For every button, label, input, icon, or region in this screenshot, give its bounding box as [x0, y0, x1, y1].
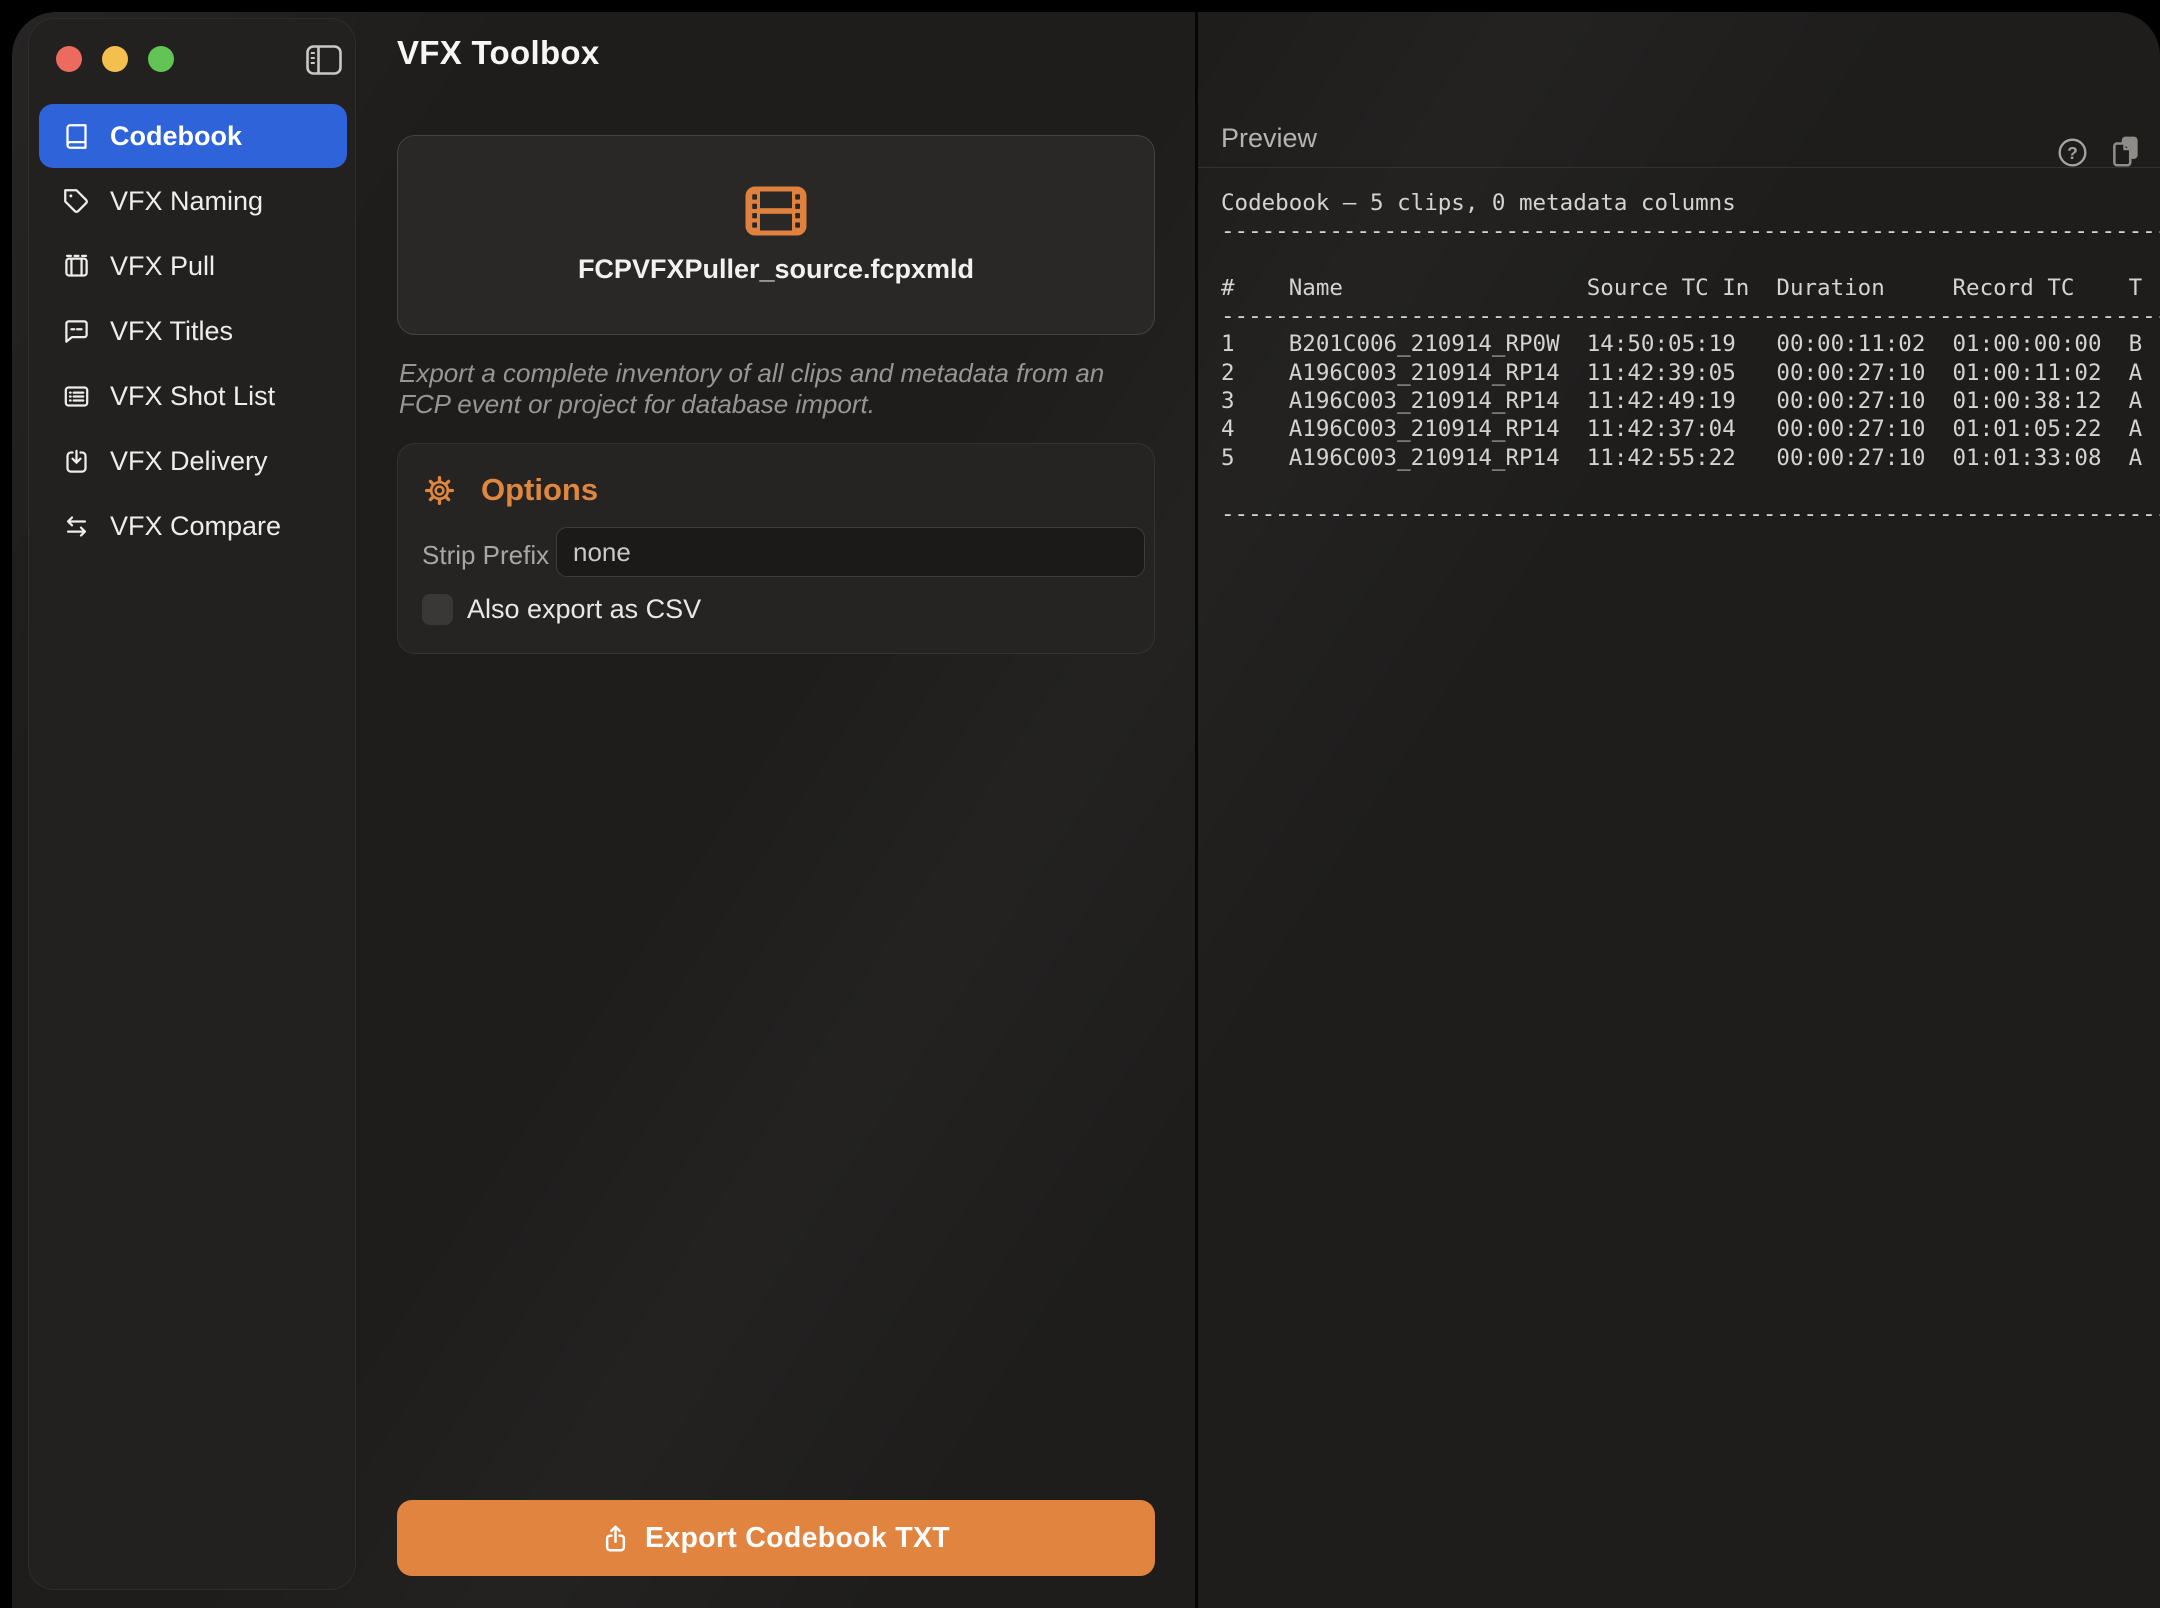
left-pane: Codebook VFX Naming — [12, 12, 1195, 1608]
preview-output: Codebook — 5 clips, 0 metadata columns -… — [1221, 189, 2160, 529]
preview-title: Preview — [1221, 123, 1317, 154]
sidebar-toggle-icon — [306, 45, 342, 75]
sidebar-item-label: VFX Shot List — [110, 381, 275, 412]
speech-bubble-icon — [63, 318, 90, 345]
csv-checkbox[interactable] — [422, 594, 453, 625]
preview-divider — [1198, 167, 2160, 168]
sidebar-item-label: VFX Titles — [110, 316, 233, 347]
sidebar-nav: Codebook VFX Naming — [39, 104, 347, 559]
help-icon: ? — [2056, 136, 2089, 169]
list-icon — [63, 383, 90, 410]
zoom-button[interactable] — [148, 46, 174, 72]
sidebar-item-codebook[interactable]: Codebook — [39, 104, 347, 168]
export-button-label: Export Codebook TXT — [645, 1522, 950, 1555]
copy-preview-button[interactable] — [2108, 134, 2144, 170]
page-title: VFX Toolbox — [397, 34, 600, 72]
sidebar-item-vfx-naming[interactable]: VFX Naming — [39, 169, 347, 233]
file-dropzone[interactable]: FCPVFXPuller_source.fcpxmld — [397, 135, 1155, 335]
minimize-button[interactable] — [102, 46, 128, 72]
selected-file-name: FCPVFXPuller_source.fcpxmld — [578, 254, 974, 285]
export-codebook-button[interactable]: Export Codebook TXT — [397, 1500, 1155, 1576]
options-title: Options — [481, 472, 598, 508]
compare-arrows-icon — [63, 513, 90, 540]
app-window: Codebook VFX Naming — [12, 12, 2160, 1608]
strip-prefix-input[interactable] — [556, 527, 1145, 577]
copy-icon — [2108, 134, 2144, 170]
film-icon — [745, 186, 807, 236]
sidebar-item-label: VFX Naming — [110, 186, 263, 217]
csv-checkbox-label: Also export as CSV — [467, 594, 701, 625]
sidebar-item-vfx-shot-list[interactable]: VFX Shot List — [39, 364, 347, 428]
share-icon — [602, 1524, 629, 1553]
svg-text:?: ? — [2067, 142, 2078, 162]
sidebar-item-label: VFX Pull — [110, 251, 215, 282]
sidebar-item-vfx-pull[interactable]: VFX Pull — [39, 234, 347, 298]
tool-description: Export a complete inventory of all clips… — [399, 358, 1155, 420]
traffic-lights — [56, 46, 174, 72]
options-card: Options Strip Prefix Also export as CSV — [397, 443, 1155, 654]
gear-icon — [424, 475, 455, 506]
sidebar: Codebook VFX Naming — [28, 18, 356, 1590]
options-header: Options — [424, 472, 598, 508]
close-button[interactable] — [56, 46, 82, 72]
tag-icon — [63, 188, 90, 215]
help-button[interactable]: ? — [2054, 134, 2090, 170]
sidebar-item-vfx-compare[interactable]: VFX Compare — [39, 494, 347, 558]
sidebar-item-label: VFX Delivery — [110, 446, 268, 477]
book-icon — [63, 123, 90, 150]
sidebar-item-vfx-titles[interactable]: VFX Titles — [39, 299, 347, 363]
strip-prefix-label: Strip Prefix — [422, 540, 549, 571]
sidebar-item-label: Codebook — [110, 121, 242, 152]
sidebar-item-label: VFX Compare — [110, 511, 281, 542]
filmstrip-icon — [63, 253, 90, 280]
sidebar-item-vfx-delivery[interactable]: VFX Delivery — [39, 429, 347, 493]
preview-actions: ? — [2054, 134, 2144, 170]
preview-pane: Preview ? Codebook — 5 clips, 0 metadata… — [1198, 12, 2160, 1608]
sidebar-toggle-button[interactable] — [305, 44, 343, 76]
csv-option-row: Also export as CSV — [422, 594, 701, 625]
import-box-icon — [63, 448, 90, 475]
